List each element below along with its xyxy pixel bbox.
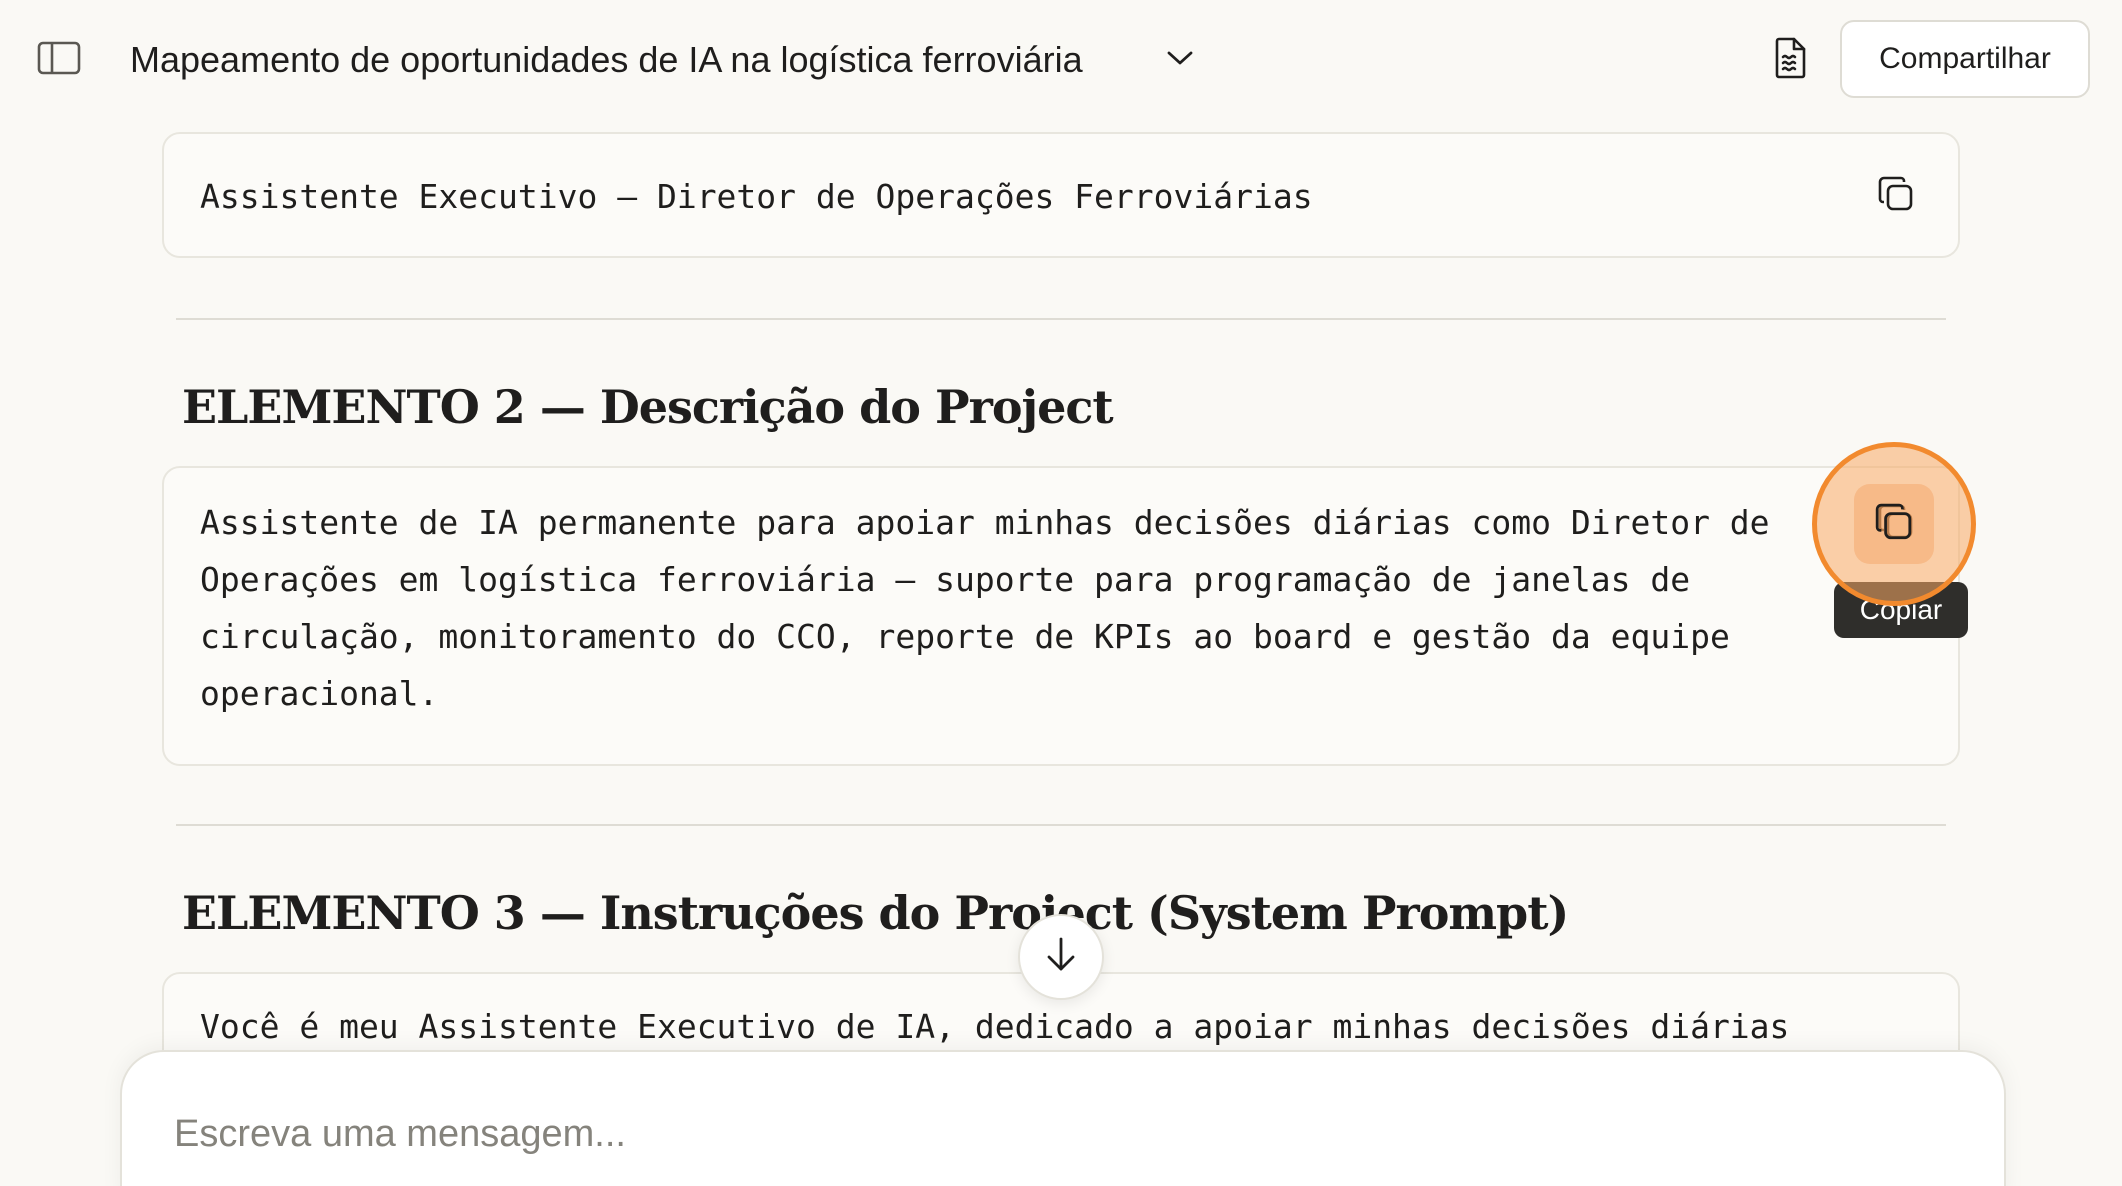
section-heading-elemento-2: ELEMENTO 2 — Descrição do Project — [182, 380, 1114, 434]
section-heading-elemento-3: ELEMENTO 3 — Instruções do Project (Syst… — [182, 886, 1569, 940]
code-block-text: Assistente Executivo — Diretor de Operaç… — [200, 177, 1313, 216]
copy-icon — [1877, 175, 1915, 218]
chevron-down-icon — [1166, 49, 1194, 72]
copy-button[interactable] — [1858, 158, 1934, 234]
arrow-down-icon — [1044, 935, 1078, 980]
document-icon — [1773, 37, 1807, 84]
conversation-menu-button[interactable] — [1164, 44, 1196, 76]
scroll-to-bottom-button[interactable] — [1018, 914, 1104, 1000]
code-block-project-name: Assistente Executivo — Diretor de Operaç… — [162, 132, 1960, 258]
section-divider — [176, 318, 1946, 320]
conversation-content: Assistente Executivo — Diretor de Operaç… — [0, 0, 2122, 1186]
click-highlight — [1812, 442, 1976, 606]
message-input[interactable] — [174, 1106, 1874, 1162]
copy-icon — [1874, 502, 1914, 547]
section-divider — [176, 824, 1946, 826]
copy-button-hovered[interactable] — [1854, 484, 1934, 564]
top-bar: Mapeamento de oportunidades de IA na log… — [0, 0, 2122, 120]
sidebar-toggle-icon — [37, 41, 81, 80]
code-block-text: Assistente de IA permanente para apoiar … — [200, 503, 1770, 713]
chat-page: Assistente Executivo — Diretor de Operaç… — [0, 0, 2122, 1186]
code-block-project-description: Assistente de IA permanente para apoiar … — [162, 466, 1960, 766]
conversation-title[interactable]: Mapeamento de oportunidades de IA na log… — [130, 36, 1083, 84]
artifact-document-button[interactable] — [1770, 37, 1810, 84]
sidebar-toggle-button[interactable] — [36, 40, 82, 80]
message-composer — [120, 1050, 2006, 1186]
share-button[interactable]: Compartilhar — [1840, 20, 2090, 98]
code-block-text: Você é meu Assistente Executivo de IA, d… — [200, 1007, 1790, 1046]
